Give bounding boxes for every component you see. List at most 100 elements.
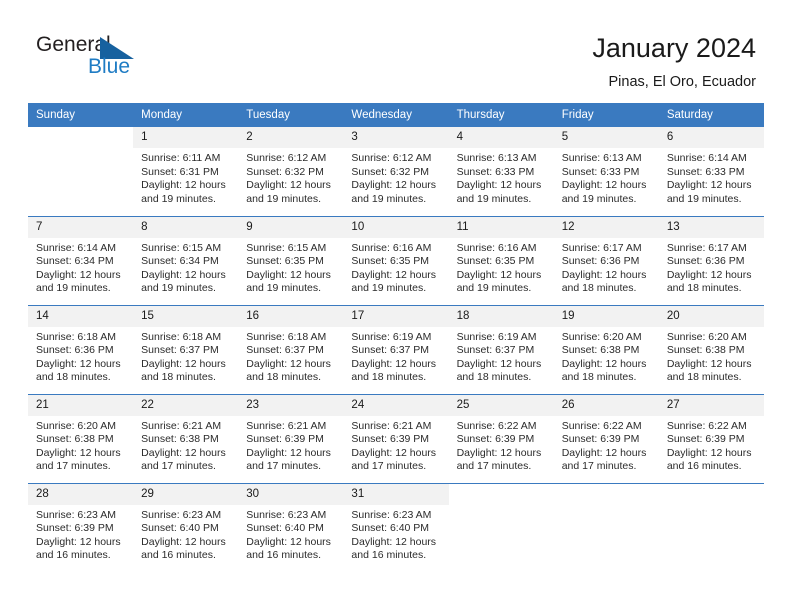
weekday-header-wednesday: Wednesday [343,103,449,127]
sunrise-text: Sunrise: 6:23 AM [36,508,116,521]
sun-info: Sunrise: 6:23 AM Sunset: 6:40 PM Daylight:… [238,505,343,563]
sunset-text: Sunset: 6:38 PM [561,344,640,357]
sun-info: Sunrise: 6:18 AM Sunset: 6:37 PM Daylight:… [238,327,343,385]
day-number: 8 [133,216,239,238]
sunset-text: Sunset: 6:39 PM [456,433,535,446]
day-number: 20 [658,305,764,327]
sunset-text: Sunset: 6:37 PM [351,344,430,357]
calendar-cell-empty [448,482,554,572]
general-blue-logo: General Blue [36,33,166,85]
sunrise-text: Sunrise: 6:15 AM [141,241,222,254]
sun-info: Sunrise: 6:17 AM Sunset: 6:36 PM Daylight:… [659,238,764,296]
day-number: 23 [238,394,344,416]
sunrise-text: Sunrise: 6:12 AM [246,152,327,164]
calendar-day-cell[interactable]: 6 Sunrise: 6:14 AM Sunset: 6:33 PM Daylight… [658,127,764,216]
calendar-day-cell[interactable]: 23 Sunrise: 6:21 AM Sunset: 6:39 PM Dayligh… [238,393,344,483]
sun-info: Sunrise: 6:22 AM Sunset: 6:39 PM Daylight:… [449,416,554,474]
calendar-day-cell[interactable]: 15 Sunrise: 6:18 AM Sunset: 6:37 PM Dayligh… [133,304,239,394]
calendar-day-cell[interactable]: 27 Sunrise: 6:22 AM Sunset: 6:39 PM Dayligh… [658,393,764,483]
calendar-day-cell[interactable]: 12 Sunrise: 6:17 AM Sunset: 6:36 PM Dayligh… [553,215,659,305]
sunset-text: Sunset: 6:36 PM [561,255,640,268]
calendar-day-cell[interactable]: 30 Sunrise: 6:23 AM Sunset: 6:40 PM Dayligh… [238,482,344,572]
daylight-text: Daylight: 12 hours and 17 minutes. [36,446,121,473]
day-number: 21 [28,394,134,416]
calendar-cell-empty [28,127,134,216]
page-subtitle: Pinas, El Oro, Ecuador [608,74,757,90]
sunset-text: Sunset: 6:33 PM [561,165,640,178]
calendar-week-row: 1 Sunrise: 6:11 AM Sunset: 6:31 PM Daylight… [28,127,764,216]
calendar-day-cell[interactable]: 3 Sunrise: 6:12 AM Sunset: 6:32 PM Daylight… [343,127,449,216]
sunrise-text: Sunrise: 6:13 AM [561,152,642,164]
calendar-day-cell[interactable]: 16 Sunrise: 6:18 AM Sunset: 6:37 PM Dayligh… [238,304,344,394]
sunrise-text: Sunrise: 6:13 AM [456,152,537,164]
day-number: 19 [553,305,659,327]
calendar-day-cell[interactable]: 13 Sunrise: 6:17 AM Sunset: 6:36 PM Dayligh… [658,215,764,305]
weekday-header-sunday: Sunday [28,103,134,127]
sunset-text: Sunset: 6:31 PM [141,165,219,178]
sunrise-text: Sunrise: 6:21 AM [246,419,327,432]
daylight-text: Daylight: 12 hours and 18 minutes. [351,357,437,384]
day-number [553,483,659,505]
calendar-day-cell[interactable]: 24 Sunrise: 6:21 AM Sunset: 6:39 PM Dayligh… [343,393,449,483]
sunset-text: Sunset: 6:39 PM [666,433,745,446]
daylight-text: Daylight: 12 hours and 18 minutes. [36,357,121,384]
sunset-text: Sunset: 6:38 PM [666,344,745,357]
calendar-day-cell[interactable]: 29 Sunrise: 6:23 AM Sunset: 6:40 PM Dayligh… [133,482,239,572]
calendar-day-cell[interactable]: 9 Sunrise: 6:15 AM Sunset: 6:35 PM Daylight… [238,215,344,305]
daylight-text: Daylight: 12 hours and 19 minutes. [351,268,437,295]
calendar-day-cell[interactable]: 5 Sunrise: 6:13 AM Sunset: 6:33 PM Daylight… [553,127,659,216]
day-number [28,127,134,148]
calendar-day-cell[interactable]: 26 Sunrise: 6:22 AM Sunset: 6:39 PM Dayligh… [553,393,659,483]
calendar-day-cell[interactable]: 2 Sunrise: 6:12 AM Sunset: 6:32 PM Daylight… [238,127,344,216]
day-number: 1 [133,127,239,148]
calendar-day-cell[interactable]: 25 Sunrise: 6:22 AM Sunset: 6:39 PM Dayligh… [448,393,554,483]
day-number: 26 [553,394,659,416]
calendar-day-cell[interactable]: 11 Sunrise: 6:16 AM Sunset: 6:35 PM Dayligh… [448,215,554,305]
daylight-text: Daylight: 12 hours and 16 minutes. [246,535,331,562]
sunset-text: Sunset: 6:32 PM [351,165,430,178]
calendar-day-cell[interactable]: 4 Sunrise: 6:13 AM Sunset: 6:33 PM Daylight… [448,127,554,216]
sun-info: Sunrise: 6:15 AM Sunset: 6:35 PM Daylight:… [238,238,343,296]
calendar-day-cell[interactable]: 1 Sunrise: 6:11 AM Sunset: 6:31 PM Daylight… [133,127,239,216]
calendar-day-cell[interactable]: 19 Sunrise: 6:20 AM Sunset: 6:38 PM Dayligh… [553,304,659,394]
sunrise-text: Sunrise: 6:15 AM [246,241,327,254]
sunset-text: Sunset: 6:36 PM [666,255,745,268]
sunrise-text: Sunrise: 6:21 AM [141,419,222,432]
daylight-text: Daylight: 12 hours and 16 minutes. [141,535,226,562]
sunset-text: Sunset: 6:36 PM [36,344,114,357]
calendar-page: General Blue January 2024 Pinas, El Oro,… [0,0,792,612]
calendar-day-cell[interactable]: 7 Sunrise: 6:14 AM Sunset: 6:34 PM Daylight… [28,215,134,305]
daylight-text: Daylight: 12 hours and 19 minutes. [246,179,331,205]
calendar-day-cell[interactable]: 28 Sunrise: 6:23 AM Sunset: 6:39 PM Dayligh… [28,482,134,572]
weekday-header-saturday: Saturday [658,103,764,127]
calendar-day-cell[interactable]: 31 Sunrise: 6:23 AM Sunset: 6:40 PM Dayligh… [343,482,449,572]
logo-text-blue: Blue [88,55,131,78]
sunset-text: Sunset: 6:37 PM [456,344,535,357]
sunset-text: Sunset: 6:39 PM [246,433,324,446]
sun-info: Sunrise: 6:12 AM Sunset: 6:32 PM Daylight:… [238,148,343,206]
calendar-day-cell[interactable]: 17 Sunrise: 6:19 AM Sunset: 6:37 PM Dayligh… [343,304,449,394]
day-number [448,483,554,505]
calendar-day-cell[interactable]: 14 Sunrise: 6:18 AM Sunset: 6:36 PM Dayligh… [28,304,134,394]
sunset-text: Sunset: 6:39 PM [561,433,640,446]
calendar-day-cell[interactable]: 10 Sunrise: 6:16 AM Sunset: 6:35 PM Dayligh… [343,215,449,305]
calendar-day-cell[interactable]: 22 Sunrise: 6:21 AM Sunset: 6:38 PM Dayligh… [133,393,239,483]
sunrise-text: Sunrise: 6:16 AM [456,241,537,254]
calendar-day-cell[interactable]: 21 Sunrise: 6:20 AM Sunset: 6:38 PM Dayligh… [28,393,134,483]
calendar-day-cell[interactable]: 20 Sunrise: 6:20 AM Sunset: 6:38 PM Dayligh… [658,304,764,394]
sunrise-text: Sunrise: 6:23 AM [351,508,432,521]
daylight-text: Daylight: 12 hours and 18 minutes. [666,357,752,384]
sun-info: Sunrise: 6:11 AM Sunset: 6:31 PM Daylight:… [133,148,238,206]
day-number: 31 [343,483,449,505]
sunset-text: Sunset: 6:37 PM [141,344,219,357]
calendar-day-cell[interactable]: 8 Sunrise: 6:15 AM Sunset: 6:34 PM Daylight… [133,215,239,305]
daylight-text: Daylight: 12 hours and 18 minutes. [561,357,647,384]
sun-info: Sunrise: 6:22 AM Sunset: 6:39 PM Daylight:… [554,416,659,474]
daylight-text: Daylight: 12 hours and 19 minutes. [36,268,121,295]
daylight-text: Daylight: 12 hours and 18 minutes. [246,357,331,384]
calendar-day-cell[interactable]: 18 Sunrise: 6:19 AM Sunset: 6:37 PM Dayligh… [448,304,554,394]
sunset-text: Sunset: 6:39 PM [36,522,114,535]
day-number: 18 [448,305,554,327]
sunrise-text: Sunrise: 6:20 AM [561,330,642,343]
sunset-text: Sunset: 6:37 PM [246,344,324,357]
